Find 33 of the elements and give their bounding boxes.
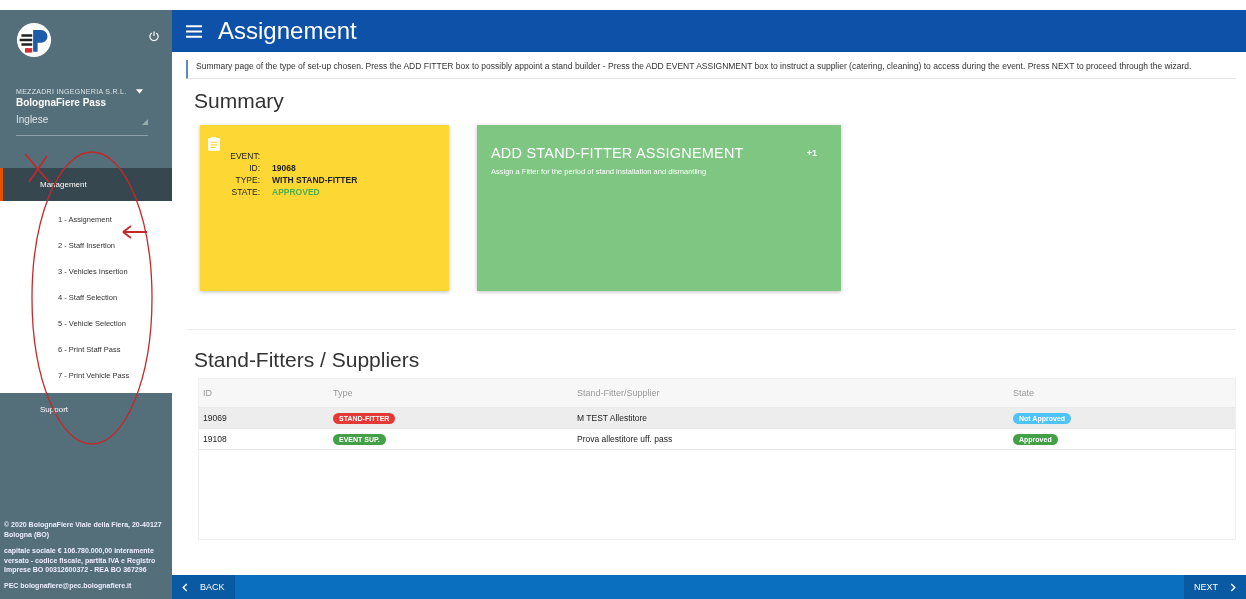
- field-label: TYPE:: [234, 174, 260, 185]
- menu-icon[interactable]: [186, 24, 202, 38]
- column-header: Type: [333, 387, 354, 398]
- table-cell: 19069: [203, 412, 227, 423]
- chevron-left-icon: [182, 582, 188, 592]
- column-header: Stand-Fitter/Supplier: [577, 387, 661, 398]
- card-title: ADD STAND-FITTER ASSIGNEMENT: [491, 144, 744, 161]
- field-value: WITH STAND-FITTER: [272, 174, 359, 185]
- table-cell: Prova allestitore uff. pass: [577, 433, 673, 444]
- field-label: ID:: [248, 162, 260, 173]
- power-icon[interactable]: [148, 30, 160, 42]
- count-label: +1: [806, 147, 817, 158]
- next-button[interactable]: NEXT: [1184, 575, 1246, 599]
- back-button[interactable]: BACK: [172, 575, 235, 599]
- app-name: BolognaFiere Pass: [16, 97, 108, 108]
- column-header: ID: [203, 387, 213, 398]
- section-heading: Stand-Fitters / Suppliers: [194, 347, 421, 372]
- clipboard-icon: [208, 136, 220, 151]
- logo-icon: [16, 22, 52, 58]
- table-cell: M TEST Allestitore: [577, 412, 648, 423]
- field-label: STATE:: [230, 186, 260, 197]
- field-value: 19068: [272, 162, 297, 173]
- column-header: State: [1013, 387, 1035, 398]
- page-title: Assignement: [218, 17, 357, 45]
- table-cell: 19108: [203, 433, 227, 444]
- caret-icon[interactable]: [136, 89, 144, 94]
- field-label: EVENT:: [229, 150, 260, 161]
- field-value: APPROVED: [272, 186, 321, 197]
- resize-icon: [142, 119, 148, 125]
- section-heading: Summary: [194, 88, 285, 113]
- info-note: Summary page of the type of set-up chosen. Press the ADD FITTER box to possibly appoint a stand builder - Press the ADD EVENT ASSIGNMENT box to instruct a supplier (catering, cleaning) to access during the event. Press NEXT to proceed through the wizard.: [186, 60, 1236, 79]
- language-select[interactable]: Inglese: [16, 114, 148, 136]
- chevron-right-icon: [1230, 582, 1236, 592]
